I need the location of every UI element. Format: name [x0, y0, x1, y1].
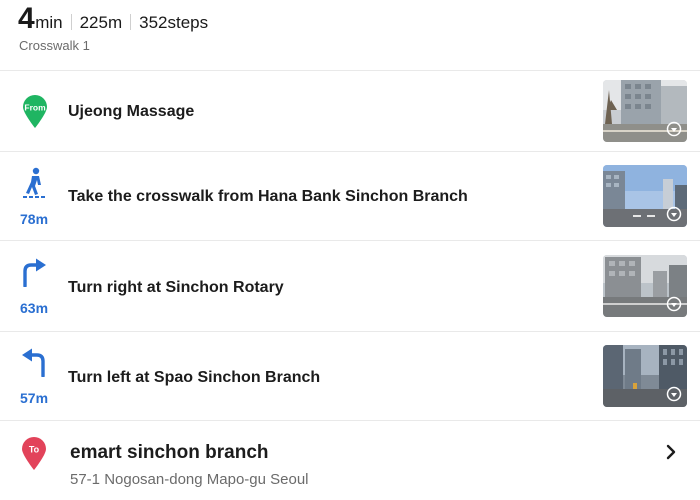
- route-start-row[interactable]: From Ujeong Massage: [0, 71, 700, 151]
- street-view-pin-icon: [666, 296, 682, 312]
- street-view-thumbnail[interactable]: [603, 345, 687, 407]
- turn-left-arrow-icon: [20, 347, 48, 382]
- street-view-thumbnail[interactable]: [603, 255, 687, 317]
- destination-address: 57-1 Nogosan-dong Mapo-gu Seoul: [70, 471, 309, 488]
- travel-time-value: 4: [18, 2, 35, 35]
- divider: [70, 14, 72, 30]
- street-view-pin-icon: [666, 386, 682, 402]
- step-instruction: Turn left at Spao Sinchon Branch: [68, 369, 321, 386]
- destination-name: emart sinchon branch: [70, 442, 269, 463]
- step-distance: 57m: [20, 390, 49, 406]
- chevron-right-icon[interactable]: [664, 442, 678, 467]
- start-pin-icon: From: [21, 93, 49, 134]
- end-badge-text: To: [29, 445, 40, 455]
- route-step-row[interactable]: 63m Turn right at Sinchon Rotary: [0, 241, 700, 331]
- summary-line: 4 min 225m 352steps: [18, 2, 208, 38]
- step-instruction: Take the crosswalk from Hana Bank Sincho…: [68, 188, 468, 205]
- street-view-thumbnail[interactable]: [603, 80, 687, 142]
- route-summary: 4 min 225m 352steps Crosswalk 1: [0, 0, 700, 70]
- step-distance: 78m: [20, 211, 49, 227]
- travel-time-unit: min: [35, 13, 63, 32]
- street-view-pin-icon: [666, 121, 682, 137]
- start-location-name: Ujeong Massage: [68, 103, 195, 120]
- step-count: 352steps: [139, 13, 209, 32]
- end-pin-icon: To: [20, 435, 48, 476]
- start-badge-text: From: [24, 103, 46, 113]
- step-distance: 63m: [20, 300, 49, 316]
- step-instruction: Turn right at Sinchon Rotary: [68, 279, 284, 296]
- pedestrian-crosswalk-icon: [23, 167, 47, 204]
- turn-right-arrow-icon: [20, 257, 48, 292]
- street-view-pin-icon: [666, 206, 682, 222]
- crosswalk-count: Crosswalk 1: [19, 38, 90, 53]
- street-view-thumbnail[interactable]: [603, 165, 687, 227]
- route-step-row[interactable]: 57m Turn left at Spao Sinchon Branch: [0, 332, 700, 420]
- divider: [130, 14, 132, 30]
- route-step-row[interactable]: 78m Take the crosswalk from Hana Bank Si…: [0, 152, 700, 240]
- total-distance: 225m: [79, 13, 123, 32]
